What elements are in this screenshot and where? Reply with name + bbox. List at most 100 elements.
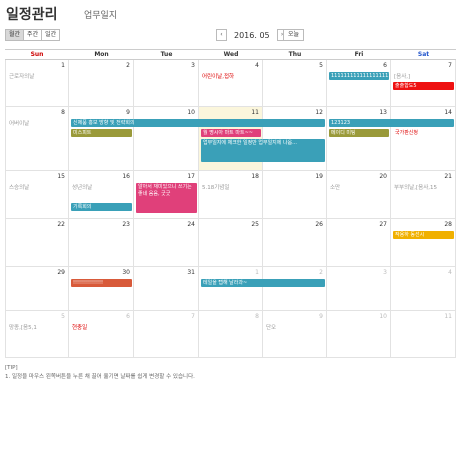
- weekday-header-thu: Thu: [263, 49, 327, 60]
- day-number: 23: [122, 221, 130, 228]
- day-cell[interactable]: 2: [263, 267, 327, 311]
- day-number: 8: [255, 313, 259, 320]
- calendar-event[interactable]: 1111111111111111111111: [329, 72, 389, 80]
- day-number: 4: [255, 62, 259, 69]
- calendar-event[interactable]: 출출합도5: [393, 82, 454, 90]
- calendar-event[interactable]: 기록회의: [71, 203, 132, 211]
- view-week-button[interactable]: 주간: [23, 29, 43, 41]
- day-number: 11: [444, 313, 452, 320]
- day-number: 28: [444, 221, 452, 228]
- day-cell[interactable]: 28: [391, 219, 456, 267]
- tip-heading: [TIP]: [5, 365, 18, 371]
- calendar-event[interactable]: 테일을 탭해 날라과~: [201, 279, 325, 287]
- weekday-header-mon: Mon: [69, 49, 134, 60]
- day-cell[interactable]: 9: [69, 107, 134, 171]
- day-cell[interactable]: 3: [327, 267, 391, 311]
- day-cell[interactable]: 6: [327, 60, 391, 107]
- tip-text: 1. 일정을 마우스 왼쪽버튼을 누른 채 끌어 옮기면 날짜를 쉽게 변경할 …: [5, 374, 195, 380]
- day-number: 22: [57, 221, 65, 228]
- day-number: 13: [379, 109, 387, 116]
- day-number: 2: [126, 62, 130, 69]
- day-cell[interactable]: 4 어린이날,접하: [199, 60, 263, 107]
- day-number: 18: [251, 173, 259, 180]
- day-cell[interactable]: 3: [134, 60, 199, 107]
- day-cell[interactable]: 23: [69, 219, 134, 267]
- view-switcher: 월간 주간 일간: [5, 29, 61, 41]
- day-cell[interactable]: 22: [5, 219, 69, 267]
- calendar-event[interactable]: 메이디 미팅: [329, 129, 389, 137]
- day-cell[interactable]: 2: [69, 60, 134, 107]
- day-cell[interactable]: 9 단오: [263, 311, 327, 358]
- holiday-label: 단오: [266, 325, 277, 331]
- page-subtitle: 업무일지: [84, 11, 118, 21]
- holiday-label: 현충일: [72, 325, 88, 331]
- day-number: 26: [315, 221, 323, 228]
- day-number: 27: [379, 221, 387, 228]
- day-number: 9: [126, 109, 130, 116]
- holiday-label: 성년의날: [72, 185, 93, 191]
- day-cell[interactable]: 29: [5, 267, 69, 311]
- current-month: 2016. 05: [234, 30, 270, 40]
- day-cell[interactable]: 1: [199, 267, 263, 311]
- day-number: 3: [191, 62, 195, 69]
- day-cell[interactable]: 26: [263, 219, 327, 267]
- day-cell[interactable]: 18 5.18기념일: [199, 171, 263, 219]
- calendar-event[interactable]: 123123: [329, 119, 454, 127]
- calendar-event[interactable]: 작용하 동선시: [393, 231, 454, 239]
- day-cell[interactable]: 24: [134, 219, 199, 267]
- holiday-label: 스승의날: [9, 185, 30, 191]
- holiday-label: [음사,]: [394, 74, 411, 80]
- weekday-header-tue: Tue: [134, 49, 199, 60]
- day-cell[interactable]: 20 소만: [327, 171, 391, 219]
- prev-month-icon[interactable]: ‹: [216, 29, 227, 41]
- day-cell[interactable]: 19: [263, 171, 327, 219]
- day-cell[interactable]: 16 성년의날: [69, 171, 134, 219]
- holiday-label: 소만: [330, 185, 341, 191]
- calendar-event[interactable]: 알아서 재미있으니 쓰기는 좋네 음음, 굿굿: [136, 183, 197, 213]
- day-cell[interactable]: 7: [134, 311, 199, 358]
- day-cell[interactable]: 13: [327, 107, 391, 171]
- day-number: 7: [448, 62, 452, 69]
- day-cell[interactable]: 11: [391, 311, 456, 358]
- day-cell[interactable]: 27: [327, 219, 391, 267]
- day-cell[interactable]: 8: [199, 311, 263, 358]
- day-cell[interactable]: 6 현충일: [69, 311, 134, 358]
- calendar-event[interactable]: 미스피트: [71, 129, 132, 137]
- calendar-event[interactable]: !!!!!!!!!!!!!!!: [71, 279, 132, 287]
- day-number: 20: [379, 173, 387, 180]
- day-number: 17: [187, 173, 195, 180]
- day-cell[interactable]: 1 근로자의날: [5, 60, 69, 107]
- weekday-header-sun: Sun: [5, 49, 69, 60]
- day-number: 5: [61, 313, 65, 320]
- weekday-header-wed: Wed: [199, 49, 263, 60]
- tip-box: [TIP] 1. 일정을 마우스 왼쪽버튼을 누른 채 끌어 옮기면 날짜를 쉽…: [5, 364, 195, 382]
- day-cell[interactable]: 21 부부의날,[음사,15: [391, 171, 456, 219]
- calendar-event[interactable]: 업무일지에 체크한 일정만 업무일지에 나옵...: [201, 139, 325, 162]
- today-button[interactable]: 오늘: [283, 29, 305, 41]
- calendar-event[interactable]: 월 명시아 마트 마트~~: [201, 129, 261, 137]
- day-cell[interactable]: 5 망종,[음5,1: [5, 311, 69, 358]
- month-nav: ‹ 2016. 05 ›: [216, 29, 288, 41]
- day-cell[interactable]: 4: [391, 267, 456, 311]
- day-number: 14: [444, 109, 452, 116]
- day-number: 16: [122, 173, 130, 180]
- day-number: 11: [251, 109, 259, 116]
- day-number: 29: [57, 269, 65, 276]
- view-day-button[interactable]: 일간: [41, 29, 61, 41]
- day-cell[interactable]: 8 어버이날: [5, 107, 69, 171]
- calendar-event[interactable]: 신제품 홍보 방향 및 전략회의: [71, 119, 325, 127]
- weekday-header-sat: Sat: [391, 49, 456, 60]
- calendar-event[interactable]: 국가판신청: [393, 129, 454, 137]
- day-cell[interactable]: 10: [327, 311, 391, 358]
- day-cell[interactable]: 5: [263, 60, 327, 107]
- day-cell[interactable]: 31: [134, 267, 199, 311]
- day-number: 8: [61, 109, 65, 116]
- day-cell[interactable]: 10: [134, 107, 199, 171]
- day-cell[interactable]: 30: [69, 267, 134, 311]
- view-month-button[interactable]: 월간: [5, 29, 25, 41]
- day-cell[interactable]: 25: [199, 219, 263, 267]
- day-cell[interactable]: 15 스승의날: [5, 171, 69, 219]
- day-cell[interactable]: 14: [391, 107, 456, 171]
- day-number: 10: [379, 313, 387, 320]
- day-number: 19: [315, 173, 323, 180]
